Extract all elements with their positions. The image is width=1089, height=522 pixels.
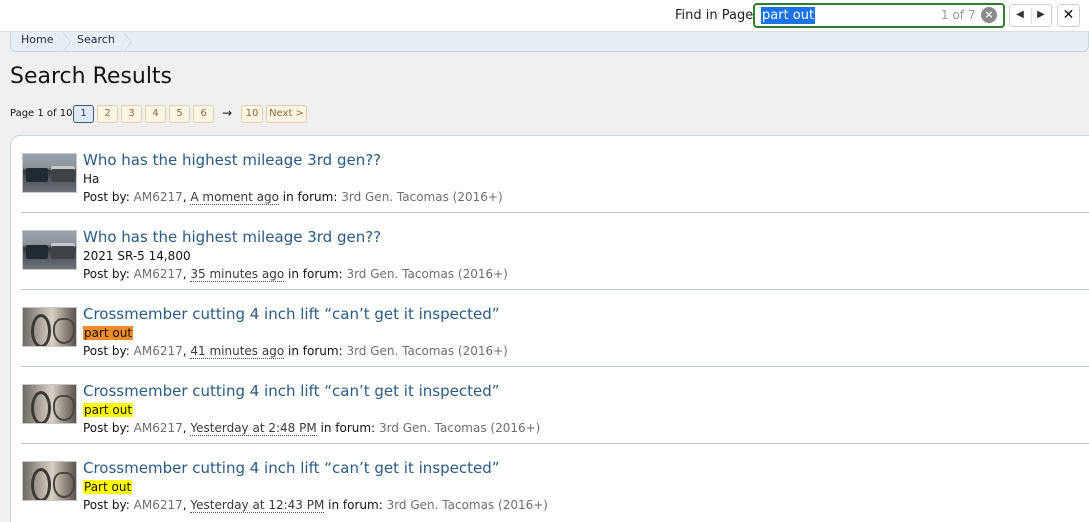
author-link[interactable]: AM6217 <box>134 267 183 281</box>
search-result: Crossmember cutting 4 inch lift “can’t g… <box>21 367 1089 444</box>
search-result: Crossmember cutting 4 inch lift “can’t g… <box>21 444 1089 521</box>
result-meta: Post by: AM6217, 35 minutes ago in forum… <box>83 267 508 282</box>
post-by-label: Post by: <box>83 498 130 512</box>
page-link-4[interactable]: 4 <box>145 105 166 123</box>
search-result: Who has the highest mileage 3rd gen?? 20… <box>21 213 1089 290</box>
page-link-3[interactable]: 3 <box>121 105 142 123</box>
search-result: Who has the highest mileage 3rd gen?? Ha… <box>21 136 1089 213</box>
result-meta: Post by: AM6217, Yesterday at 12:43 PM i… <box>83 498 548 513</box>
forum-link[interactable]: 3rd Gen. Tacomas (2016+) <box>387 498 548 512</box>
find-input[interactable]: part out <box>761 7 816 24</box>
result-thumbnail[interactable] <box>22 461 77 501</box>
forum-link[interactable]: 3rd Gen. Tacomas (2016+) <box>346 267 507 281</box>
post-time-link[interactable]: 35 minutes ago <box>190 267 285 282</box>
post-by-label: Post by: <box>83 190 130 204</box>
forum-link[interactable]: 3rd Gen. Tacomas (2016+) <box>341 190 502 204</box>
post-by-label: Post by: <box>83 421 130 435</box>
page-count-label: Page 1 of 10 <box>10 108 73 119</box>
result-snippet-highlight: Part out <box>83 480 133 494</box>
page-link-5[interactable]: 5 <box>169 105 190 123</box>
find-bar: Find in Page: part out 1 of 7 × ◀ ▶ ✕ <box>0 0 1089 32</box>
author-link[interactable]: AM6217 <box>134 498 183 512</box>
close-find-button[interactable]: ✕ <box>1057 4 1080 27</box>
result-thumbnail[interactable] <box>22 384 77 424</box>
result-title-link[interactable]: Crossmember cutting 4 inch lift “can’t g… <box>83 382 499 400</box>
result-thumbnail[interactable] <box>22 307 77 347</box>
post-by-label: Post by: <box>83 267 130 281</box>
next-page-button[interactable]: Next > <box>266 105 307 123</box>
in-forum-label: in forum: <box>328 498 383 512</box>
page-link-2[interactable]: 2 <box>97 105 118 123</box>
author-link[interactable]: AM6217 <box>134 344 183 358</box>
in-forum-label: in forum: <box>288 344 343 358</box>
breadcrumb-search[interactable]: Search <box>77 33 115 46</box>
find-match-count: 1 of 7 <box>941 8 976 22</box>
post-by-label: Post by: <box>83 344 130 358</box>
breadcrumb: Home Search <box>10 32 1089 52</box>
post-time-link[interactable]: Yesterday at 2:48 PM <box>190 421 317 436</box>
page-link-last[interactable]: 10 <box>241 105 263 123</box>
forum-link[interactable]: 3rd Gen. Tacomas (2016+) <box>346 344 507 358</box>
post-time-link[interactable]: Yesterday at 12:43 PM <box>190 498 325 513</box>
breadcrumb-separator <box>62 32 71 52</box>
result-snippet-highlight: part out <box>83 403 134 417</box>
result-title-link[interactable]: Who has the highest mileage 3rd gen?? <box>83 151 381 169</box>
in-forum-label: in forum: <box>282 190 338 204</box>
clear-icon[interactable]: × <box>981 7 997 23</box>
result-snippet-highlight-active: part out <box>83 326 134 340</box>
author-link[interactable]: AM6217 <box>134 190 183 204</box>
author-link[interactable]: AM6217 <box>134 421 183 435</box>
page-link-6[interactable]: 6 <box>193 105 214 123</box>
post-time-link[interactable]: A moment ago <box>190 190 279 205</box>
previous-match-icon[interactable]: ◀ <box>1010 9 1030 20</box>
result-meta: Post by: AM6217, 41 minutes ago in forum… <box>83 344 508 359</box>
skip-arrow-icon: → <box>222 106 233 120</box>
find-label: Find in Page: <box>675 8 758 23</box>
forum-link[interactable]: 3rd Gen. Tacomas (2016+) <box>379 421 540 435</box>
result-title-link[interactable]: Who has the highest mileage 3rd gen?? <box>83 228 381 246</box>
result-snippet: Ha <box>83 172 100 186</box>
search-result: Crossmember cutting 4 inch lift “can’t g… <box>21 290 1089 367</box>
in-forum-label: in forum: <box>288 267 343 281</box>
result-thumbnail[interactable] <box>22 153 77 193</box>
find-nav: ◀ ▶ <box>1009 4 1052 27</box>
post-time-link[interactable]: 41 minutes ago <box>190 344 285 359</box>
next-match-icon[interactable]: ▶ <box>1031 9 1051 20</box>
page-title: Search Results <box>10 64 173 89</box>
result-title-link[interactable]: Crossmember cutting 4 inch lift “can’t g… <box>83 305 499 323</box>
find-input-box[interactable]: part out 1 of 7 × <box>753 3 1005 28</box>
result-meta: Post by: AM6217, Yesterday at 2:48 PM in… <box>83 421 541 436</box>
page-link-1[interactable]: 1 <box>73 105 94 123</box>
result-snippet: 2021 SR-5 14,800 <box>83 249 191 263</box>
in-forum-label: in forum: <box>320 421 376 435</box>
result-title-link[interactable]: Crossmember cutting 4 inch lift “can’t g… <box>83 459 499 477</box>
search-results-list: Who has the highest mileage 3rd gen?? Ha… <box>10 135 1089 522</box>
breadcrumb-separator <box>123 32 132 52</box>
result-meta: Post by: AM6217, A moment ago in forum: … <box>83 190 503 205</box>
breadcrumb-home[interactable]: Home <box>21 33 53 46</box>
result-thumbnail[interactable] <box>22 230 77 270</box>
